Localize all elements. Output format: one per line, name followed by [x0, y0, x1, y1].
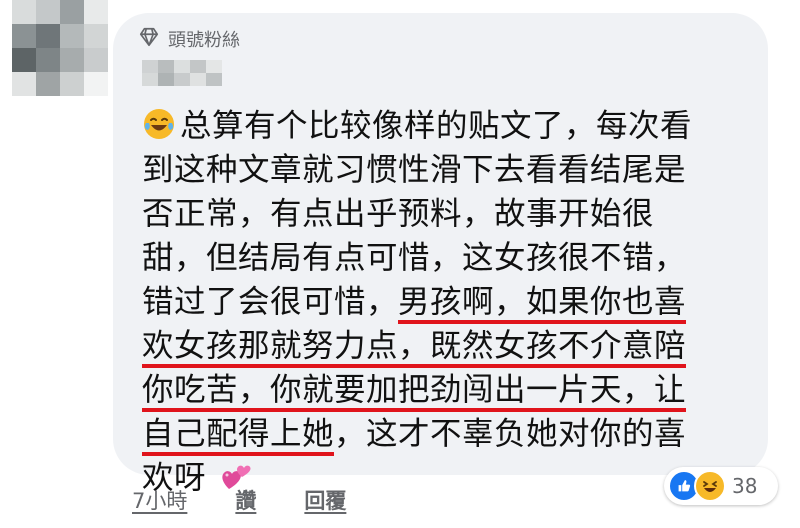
avatar[interactable] — [12, 0, 108, 96]
highlighted-text: 欢女孩那就努力点，既然女孩不介意陪 — [142, 328, 687, 368]
comment-text: 总算有个比较像样的贴文了，每次看 到这种文章就习惯性滑下去看看结尾是 否正常，有… — [142, 104, 754, 500]
reply-button[interactable]: 回覆 — [304, 485, 346, 515]
badge-label: 頭號粉絲 — [168, 30, 240, 51]
comment-line: 甜，但结局有点可惜，这女孩很不错， — [142, 240, 687, 276]
comment-timestamp[interactable]: 7小時 — [132, 485, 187, 515]
like-button[interactable]: 讚 — [235, 485, 256, 515]
comment-line: 自己配得上她，这才不辜负她对你的喜 — [142, 412, 754, 456]
diamond-icon — [138, 26, 160, 53]
comment-line: 你吃苦，你就要加把劲闯出一片天，让 — [142, 368, 754, 412]
reactions-summary[interactable]: 38 — [664, 467, 778, 505]
haha-icon — [694, 470, 726, 502]
highlighted-text: 你吃苦，你就要加把劲闯出一片天，让 — [142, 372, 687, 412]
highlighted-text: 男孩啊，如果你也喜 — [398, 284, 687, 324]
comment-line: 到这种文章就习惯性滑下去看看结尾是 — [142, 152, 687, 188]
comment-line: 否正常，有点出乎预料，故事开始很 — [142, 196, 655, 232]
laughing-tears-emoji-icon — [142, 107, 176, 141]
reaction-count: 38 — [732, 474, 758, 498]
comment-actions: 7小時 讚 回覆 — [132, 484, 346, 516]
commenter-name[interactable] — [142, 60, 222, 86]
top-fan-badge[interactable]: 頭號粉絲 — [138, 26, 240, 52]
highlighted-text: 自己配得上她 — [142, 416, 335, 456]
comment-line: 总算有个比较像样的贴文了，每次看 — [142, 104, 754, 148]
comment-line: 欢女孩那就努力点，既然女孩不介意陪 — [142, 324, 754, 368]
comment-line: 错过了会很可惜，男孩啊，如果你也喜 — [142, 280, 754, 324]
